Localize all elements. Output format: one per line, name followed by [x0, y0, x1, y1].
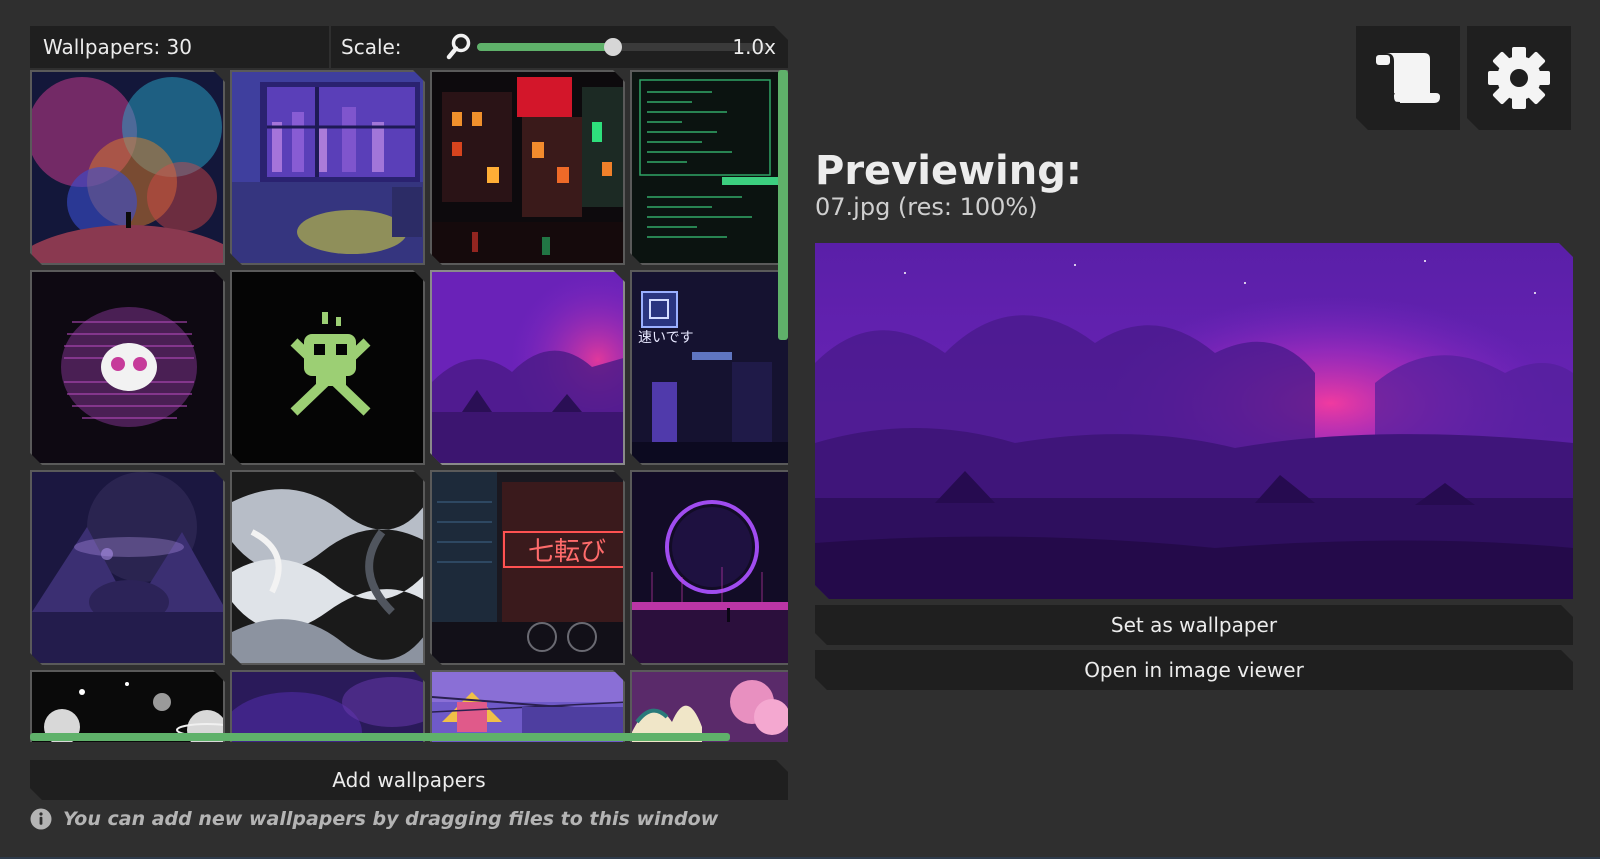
- wallpaper-thumbnail[interactable]: [30, 470, 225, 665]
- info-icon: [30, 808, 52, 830]
- wallpaper-count-label: Wallpapers: 30: [43, 35, 193, 59]
- open-image-viewer-label: Open in image viewer: [1084, 658, 1304, 682]
- scale-slider-fill: [477, 43, 613, 51]
- scale-slider-handle[interactable]: [604, 38, 622, 56]
- svg-text:七転び: 七転び: [528, 537, 606, 567]
- wallpaper-grid: 速いです 七転び: [30, 70, 788, 742]
- wallpaper-thumbnail[interactable]: [30, 670, 225, 742]
- scale-label: Scale:: [341, 35, 402, 59]
- scroll-icon: [1374, 49, 1442, 107]
- hint-text: You can add new wallpapers by dragging f…: [63, 808, 719, 830]
- set-wallpaper-label: Set as wallpaper: [1110, 613, 1278, 637]
- open-image-viewer-button[interactable]: Open in image viewer: [815, 650, 1573, 690]
- changelog-button[interactable]: [1356, 26, 1460, 130]
- preview-filename: 07.jpg (res: 100%): [815, 193, 1038, 221]
- wallpaper-thumbnail[interactable]: [230, 70, 425, 265]
- gear-icon: [1486, 45, 1552, 111]
- grid-vertical-scrollbar[interactable]: [778, 70, 788, 340]
- drag-drop-hint: You can add new wallpapers by dragging f…: [30, 806, 718, 832]
- wallpaper-thumbnail[interactable]: [30, 70, 225, 265]
- scale-control: Scale: 1.0x: [331, 26, 788, 68]
- wallpaper-thumbnail-selected[interactable]: [430, 270, 625, 465]
- wallpaper-thumbnail[interactable]: [230, 270, 425, 465]
- scale-value: 1.0x: [732, 35, 776, 59]
- wallpaper-thumbnail[interactable]: [430, 70, 625, 265]
- settings-button[interactable]: [1467, 26, 1571, 130]
- grid-horizontal-scrollbar[interactable]: [30, 733, 730, 741]
- wallpaper-thumbnail[interactable]: [30, 270, 225, 465]
- wallpaper-count: Wallpapers: 30: [30, 26, 329, 68]
- wallpaper-thumbnail[interactable]: [630, 70, 788, 265]
- wallpaper-thumbnail[interactable]: [230, 670, 425, 742]
- set-wallpaper-button[interactable]: Set as wallpaper: [815, 605, 1573, 645]
- preview-title: Previewing:: [815, 148, 1082, 194]
- scale-slider[interactable]: [477, 41, 767, 53]
- library-toolbar: Wallpapers: 30 Scale: 1.0x: [30, 26, 788, 68]
- preview-image: [815, 243, 1573, 599]
- add-wallpapers-button[interactable]: Add wallpapers: [30, 760, 788, 800]
- wallpaper-thumbnail[interactable]: [230, 470, 425, 665]
- svg-text:速いです: 速いです: [638, 330, 694, 346]
- wallpaper-thumbnail[interactable]: 速いです: [630, 270, 788, 465]
- wallpaper-thumbnail[interactable]: [630, 670, 788, 742]
- add-wallpapers-label: Add wallpapers: [332, 768, 486, 792]
- wallpaper-thumbnail[interactable]: 七転び: [430, 470, 625, 665]
- magnifier-icon: [446, 33, 472, 61]
- wallpaper-thumbnail[interactable]: [630, 470, 788, 665]
- wallpaper-thumbnail[interactable]: [430, 670, 625, 742]
